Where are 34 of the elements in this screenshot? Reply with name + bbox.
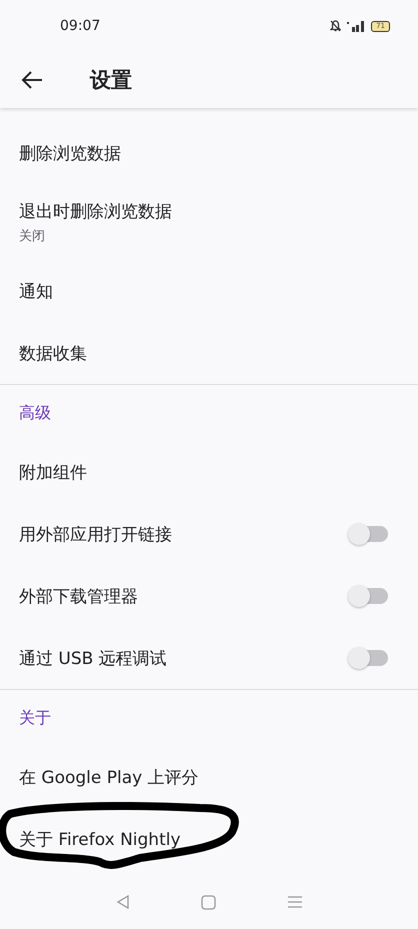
page-title: 设置: [90, 67, 132, 94]
back-nav-icon[interactable]: [116, 894, 130, 910]
section-heading: 高级: [18, 402, 52, 424]
toggle-switch[interactable]: [348, 585, 388, 607]
settings-item[interactable]: 通过 USB 远程调试: [0, 627, 418, 689]
home-nav-icon[interactable]: [200, 894, 216, 910]
item-label: 通过 USB 远程调试: [19, 648, 167, 670]
item-label: 通知: [19, 280, 53, 302]
settings-item[interactable]: 退出时删除浏览数据 关闭: [0, 184, 418, 260]
status-time: 09:07: [60, 18, 100, 34]
item-label: 关于 Firefox Nightly: [19, 828, 181, 850]
signal-icon: [347, 20, 366, 32]
item-label: 数据收集: [19, 342, 87, 364]
item-label: 附加组件: [19, 462, 87, 484]
settings-item[interactable]: 通知: [0, 260, 418, 322]
item-label: 用外部应用打开链接: [19, 524, 172, 546]
item-label: 在 Google Play 上评分: [19, 766, 199, 788]
settings-item[interactable]: 外部下载管理器: [0, 565, 418, 627]
menu-nav-icon[interactable]: [286, 895, 302, 909]
item-label: 删除浏览数据: [19, 142, 121, 164]
bell-off-icon: [330, 20, 342, 32]
settings-item[interactable]: 用外部应用打开链接: [0, 503, 418, 565]
settings-item[interactable]: 删除浏览数据: [0, 122, 418, 184]
toggle-switch[interactable]: [348, 523, 388, 545]
settings-item[interactable]: 数据收集: [0, 322, 418, 384]
item-summary: 关闭: [19, 228, 46, 244]
settings-item[interactable]: 附加组件: [0, 441, 418, 503]
settings-item[interactable]: 在 Google Play 上评分: [0, 746, 418, 808]
item-label: 退出时删除浏览数据: [19, 200, 172, 222]
section-heading: 关于: [18, 706, 52, 728]
settings-item[interactable]: 关于 Firefox Nightly: [0, 808, 418, 870]
toggle-switch[interactable]: [348, 647, 388, 669]
back-arrow-icon[interactable]: [20, 70, 44, 90]
item-label: 外部下载管理器: [19, 586, 138, 608]
